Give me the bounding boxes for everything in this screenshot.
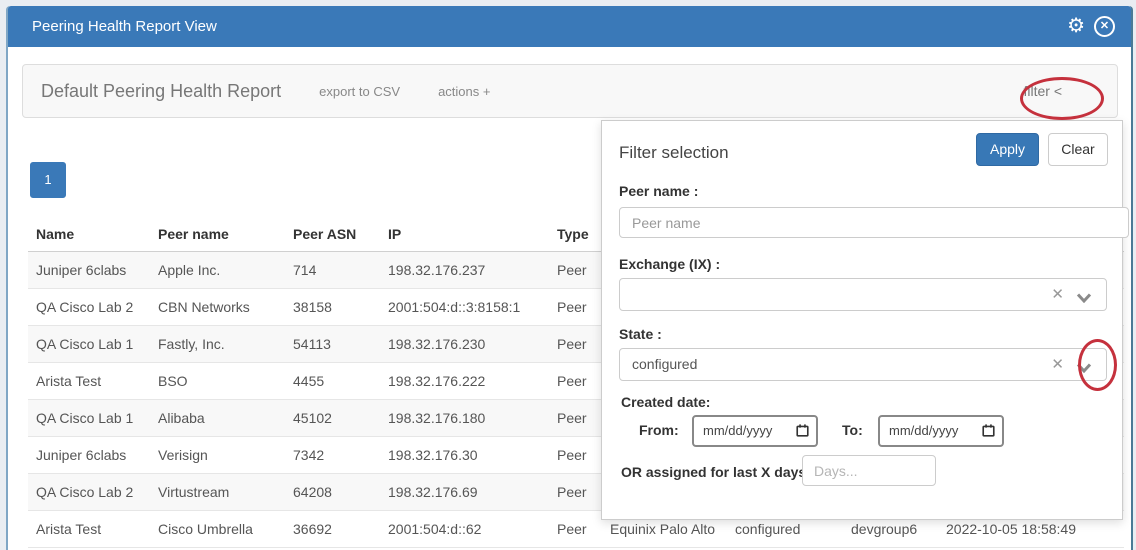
clear-x-icon[interactable]: ✕ bbox=[1051, 349, 1064, 380]
pagination-page-1-button[interactable]: 1 bbox=[30, 162, 66, 198]
table-cell: 2001:504:d::62 bbox=[380, 511, 549, 548]
table-cell: Fastly, Inc. bbox=[150, 326, 285, 363]
or-days-label: OR assigned for last X days : bbox=[621, 464, 815, 480]
page-title: Peering Health Report View bbox=[32, 6, 217, 47]
date-placeholder: mm/dd/yyyy bbox=[889, 417, 958, 445]
chevron-down-icon[interactable] bbox=[1076, 290, 1092, 308]
table-cell: Peer bbox=[549, 474, 602, 511]
table-cell: QA Cisco Lab 1 bbox=[28, 326, 150, 363]
table-cell: CBN Networks bbox=[150, 289, 285, 326]
days-input[interactable] bbox=[802, 455, 936, 486]
title-bar: Peering Health Report View ⚙ ✕ bbox=[8, 6, 1131, 47]
state-select-value: configured bbox=[632, 349, 697, 380]
table-cell: 7342 bbox=[285, 437, 380, 474]
table-cell: Peer bbox=[549, 363, 602, 400]
table-cell: 54113 bbox=[285, 326, 380, 363]
table-cell: QA Cisco Lab 2 bbox=[28, 474, 150, 511]
table-cell: Peer bbox=[549, 289, 602, 326]
report-toolbar: Default Peering Health Report export to … bbox=[22, 64, 1118, 118]
apply-button[interactable]: Apply bbox=[976, 133, 1039, 166]
clear-button[interactable]: Clear bbox=[1048, 133, 1108, 166]
peer-name-label: Peer name : bbox=[619, 183, 698, 199]
created-date-label: Created date: bbox=[621, 394, 710, 410]
table-cell: BSO bbox=[150, 363, 285, 400]
table-cell: Juniper 6clabs bbox=[28, 437, 150, 474]
table-cell: Juniper 6clabs bbox=[28, 252, 150, 289]
table-cell: Peer bbox=[549, 511, 602, 548]
table-cell: Peer bbox=[549, 400, 602, 437]
actions-menu[interactable]: actions + bbox=[438, 84, 490, 99]
table-cell: Peer bbox=[549, 252, 602, 289]
filter-panel: Filter selection Apply Clear Peer name :… bbox=[601, 120, 1123, 520]
close-icon[interactable]: ✕ bbox=[1094, 16, 1115, 37]
state-label: State : bbox=[619, 326, 662, 342]
table-cell: 2001:504:d::3:8158:1 bbox=[380, 289, 549, 326]
col-header-ip[interactable]: IP bbox=[380, 216, 549, 252]
table-cell: Apple Inc. bbox=[150, 252, 285, 289]
table-cell: 714 bbox=[285, 252, 380, 289]
date-placeholder: mm/dd/yyyy bbox=[703, 417, 772, 445]
table-cell: 38158 bbox=[285, 289, 380, 326]
table-cell: Arista Test bbox=[28, 511, 150, 548]
gear-icon[interactable]: ⚙ bbox=[1067, 6, 1085, 47]
calendar-icon[interactable] bbox=[982, 424, 995, 437]
from-date-input[interactable]: mm/dd/yyyy bbox=[692, 415, 818, 447]
table-cell: Arista Test bbox=[28, 363, 150, 400]
from-label: From: bbox=[639, 422, 679, 438]
col-header-type[interactable]: Type bbox=[549, 216, 602, 252]
table-cell: 198.32.176.30 bbox=[380, 437, 549, 474]
table-cell: Peer bbox=[549, 437, 602, 474]
filter-toggle[interactable]: filter < bbox=[1023, 83, 1062, 99]
screen: Peering Health Report View ⚙ ✕ Default P… bbox=[0, 0, 1136, 550]
calendar-icon[interactable] bbox=[796, 424, 809, 437]
table-cell: Verisign bbox=[150, 437, 285, 474]
table-cell: 198.32.176.180 bbox=[380, 400, 549, 437]
table-cell: Peer bbox=[549, 326, 602, 363]
table-cell: 36692 bbox=[285, 511, 380, 548]
table-cell: 198.32.176.69 bbox=[380, 474, 549, 511]
app-window: Peering Health Report View ⚙ ✕ Default P… bbox=[6, 6, 1133, 550]
table-cell: QA Cisco Lab 2 bbox=[28, 289, 150, 326]
peer-name-input[interactable] bbox=[619, 207, 1129, 238]
col-header-peer-name[interactable]: Peer name bbox=[150, 216, 285, 252]
col-header-name[interactable]: Name bbox=[28, 216, 150, 252]
col-header-peer-asn[interactable]: Peer ASN bbox=[285, 216, 380, 252]
table-cell: Cisco Umbrella bbox=[150, 511, 285, 548]
exchange-select[interactable]: ✕ bbox=[619, 278, 1107, 311]
to-label: To: bbox=[842, 422, 863, 438]
state-select[interactable]: configured ✕ bbox=[619, 348, 1107, 381]
table-cell: Virtustream bbox=[150, 474, 285, 511]
table-cell: QA Cisco Lab 1 bbox=[28, 400, 150, 437]
table-cell: Alibaba bbox=[150, 400, 285, 437]
filter-panel-title: Filter selection bbox=[619, 143, 729, 163]
table-cell: 64208 bbox=[285, 474, 380, 511]
report-title: Default Peering Health Report bbox=[41, 81, 281, 102]
chevron-down-icon[interactable] bbox=[1076, 360, 1092, 378]
export-csv-link[interactable]: export to CSV bbox=[319, 84, 400, 99]
table-cell: 198.32.176.230 bbox=[380, 326, 549, 363]
table-cell: 198.32.176.222 bbox=[380, 363, 549, 400]
table-cell: 4455 bbox=[285, 363, 380, 400]
exchange-label: Exchange (IX) : bbox=[619, 256, 720, 272]
clear-x-icon[interactable]: ✕ bbox=[1051, 279, 1064, 310]
table-cell: 198.32.176.237 bbox=[380, 252, 549, 289]
to-date-input[interactable]: mm/dd/yyyy bbox=[878, 415, 1004, 447]
table-cell: 45102 bbox=[285, 400, 380, 437]
